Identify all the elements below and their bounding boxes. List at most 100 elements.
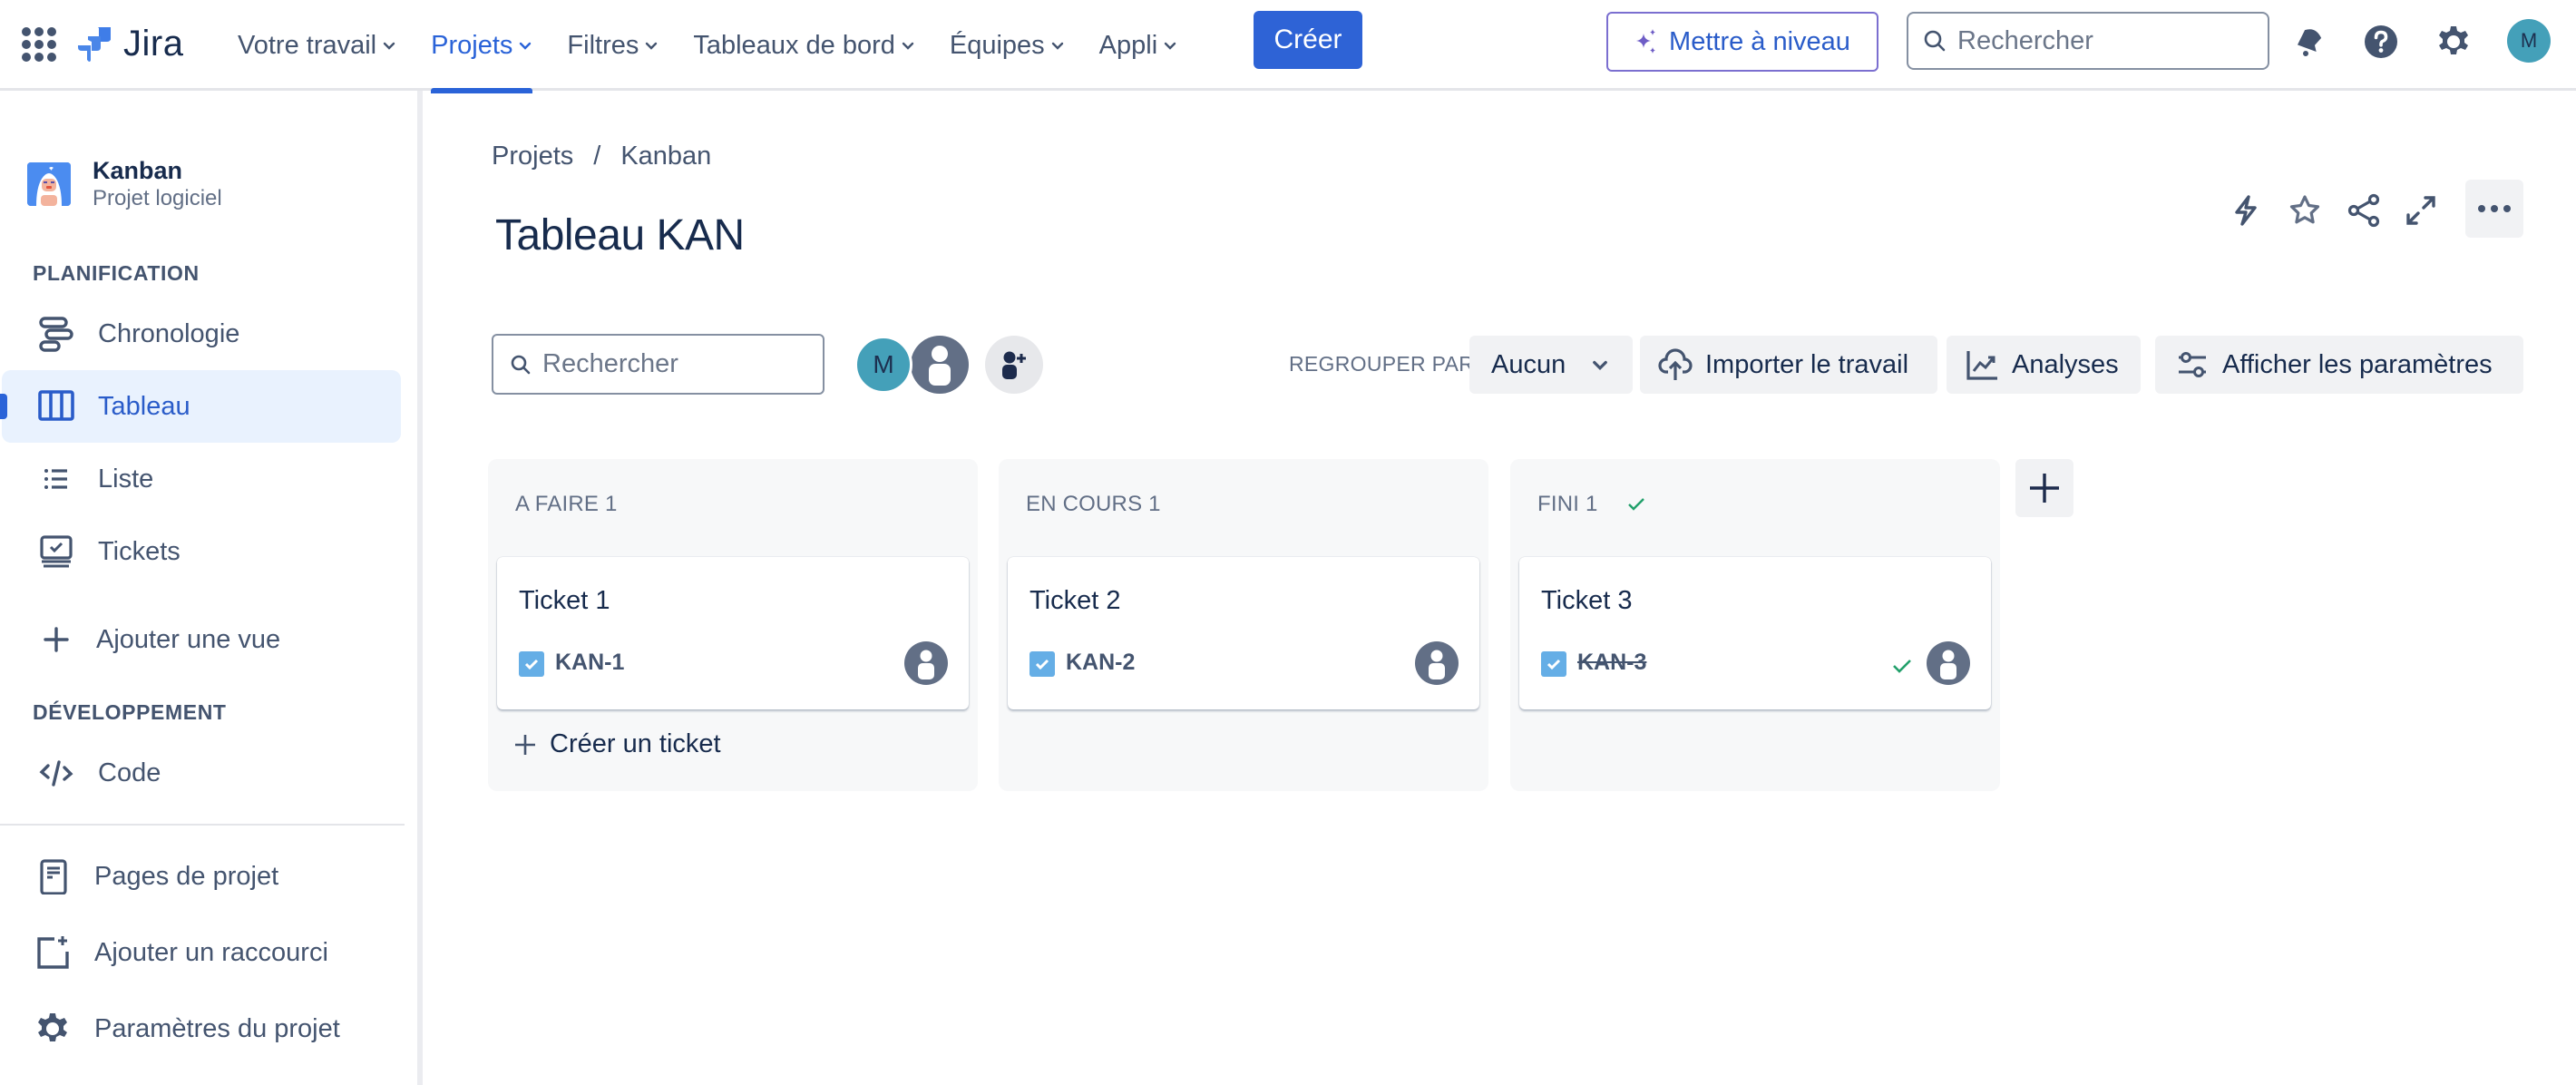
- settings-button[interactable]: [2434, 22, 2474, 62]
- jira-logo[interactable]: Jira: [74, 18, 183, 69]
- resolved-check-icon: [1893, 660, 1911, 673]
- column-header: A FAIRE 1: [515, 492, 618, 517]
- share-button[interactable]: [2342, 189, 2386, 232]
- app-switcher-icon[interactable]: [20, 25, 56, 62]
- breadcrumb: Projets / Kanban: [492, 142, 711, 171]
- plus-icon: [2030, 474, 2059, 503]
- group-by-value: Aucun: [1491, 349, 1566, 379]
- create-button[interactable]: Créer: [1254, 11, 1362, 69]
- nav-label: Projets: [431, 30, 513, 60]
- automation-icon: [2235, 195, 2257, 226]
- issue-card[interactable]: Ticket 3 KAN-3: [1519, 557, 1991, 709]
- group-by-label: REGROUPER PAR: [1289, 352, 1475, 376]
- nav-dashboards[interactable]: Tableaux de bord: [693, 0, 915, 91]
- issue-title: Ticket 2: [1029, 586, 1121, 615]
- board-search[interactable]: [492, 334, 825, 395]
- sidebar-resize-handle[interactable]: [417, 91, 423, 1085]
- unassigned-filter-avatar[interactable]: [909, 334, 971, 396]
- sidebar-item-project-pages[interactable]: Pages de projet: [2, 840, 401, 913]
- create-issue-button[interactable]: Créer un ticket: [512, 729, 721, 759]
- search-icon: [1924, 30, 1946, 52]
- project-type: Projet logiciel: [93, 186, 222, 210]
- issue-card[interactable]: Ticket 2 KAN-2: [1008, 557, 1479, 709]
- sidebar-item-tickets[interactable]: Tickets: [2, 515, 401, 588]
- board-search-input[interactable]: [542, 349, 815, 379]
- sidebar-item-list[interactable]: Liste: [2, 443, 401, 515]
- nav-teams[interactable]: Équipes: [950, 0, 1065, 91]
- assignee-avatar-icon[interactable]: [1926, 640, 1971, 686]
- view-settings-button[interactable]: Afficher les paramètres: [2155, 336, 2523, 394]
- project-header[interactable]: Kanban Projet logiciel: [27, 156, 222, 212]
- automation-button[interactable]: [2224, 189, 2268, 232]
- issue-key[interactable]: KAN-2: [1066, 650, 1135, 676]
- top-navigation-bar: Jira Votre travail Projets Filtres Table…: [0, 0, 2576, 93]
- sidebar-item-project-settings[interactable]: Paramètres du projet: [2, 992, 401, 1065]
- share-icon: [2347, 193, 2380, 228]
- assignee-avatar-icon[interactable]: [903, 640, 949, 686]
- analytics-button[interactable]: Analyses: [1947, 336, 2141, 394]
- settings-icon: [33, 1009, 73, 1049]
- fullscreen-icon: [2406, 196, 2435, 225]
- nav-label: Équipes: [949, 30, 1045, 60]
- board-column-in-progress: EN COURS 1 Ticket 2 KAN-2: [999, 459, 1488, 791]
- timeline-icon: [36, 314, 76, 354]
- board-column-todo: A FAIRE 1 Ticket 1 KAN-1 Créer un ticket: [488, 459, 978, 791]
- star-icon: [2289, 195, 2320, 224]
- done-check-icon: [1627, 498, 1644, 511]
- sidebar-item-label: Chronologie: [98, 318, 240, 348]
- add-people-button[interactable]: [985, 336, 1043, 394]
- issue-card[interactable]: Ticket 1 KAN-1: [497, 557, 969, 709]
- nav-your-work[interactable]: Votre travail: [238, 0, 396, 91]
- column-header: EN COURS 1: [1026, 492, 1161, 517]
- sidebar-item-label: Tickets: [98, 536, 181, 566]
- sidebar-item-label: Code: [98, 758, 161, 787]
- tickets-icon: [36, 532, 76, 572]
- help-button[interactable]: [2361, 22, 2401, 62]
- plus-icon: [36, 620, 76, 660]
- sidebar-item-label: Paramètres du projet: [94, 1013, 340, 1043]
- issue-key[interactable]: KAN-1: [555, 650, 624, 676]
- issue-key[interactable]: KAN-3: [1577, 650, 1646, 676]
- sidebar-item-add-shortcut[interactable]: Ajouter un raccourci: [2, 916, 401, 989]
- add-column-button[interactable]: [2015, 459, 2073, 517]
- column-title: FINI 1: [1537, 492, 1598, 516]
- notifications-button[interactable]: [2290, 22, 2330, 62]
- sidebar-item-board[interactable]: Tableau: [0, 370, 401, 443]
- create-issue-label: Créer un ticket: [550, 729, 721, 758]
- star-button[interactable]: [2283, 189, 2327, 232]
- assignee-avatar-icon[interactable]: [1414, 640, 1459, 686]
- board-column-done: FINI 1 Ticket 3 KAN-3: [1510, 459, 2000, 791]
- more-icon: [2478, 205, 2511, 212]
- task-type-icon: [519, 651, 544, 677]
- chevron-down-icon: [1164, 42, 1176, 50]
- column-title: EN COURS 1: [1026, 492, 1161, 516]
- nav-projects[interactable]: Projets: [431, 0, 533, 93]
- upgrade-button[interactable]: Mettre à niveau: [1606, 12, 1878, 72]
- board-icon: [36, 386, 76, 426]
- breadcrumb-kanban[interactable]: Kanban: [620, 142, 711, 171]
- list-icon: [36, 459, 76, 499]
- nav-filters[interactable]: Filtres: [567, 0, 659, 91]
- sidebar-item-label: Pages de projet: [94, 861, 279, 891]
- breadcrumb-projects[interactable]: Projets: [492, 142, 573, 171]
- nav-label: Appli: [1098, 30, 1158, 60]
- chevron-down-icon: [902, 42, 914, 50]
- chevron-down-icon: [383, 42, 395, 50]
- column-title: A FAIRE 1: [515, 492, 618, 516]
- assignee-filter-avatar[interactable]: M: [854, 336, 912, 394]
- global-search[interactable]: [1907, 12, 2269, 70]
- add-person-icon: [1002, 351, 1026, 379]
- sidebar-item-timeline[interactable]: Chronologie: [2, 298, 401, 370]
- page-icon: [33, 856, 73, 896]
- fullscreen-button[interactable]: [2399, 189, 2443, 232]
- user-avatar[interactable]: M: [2507, 19, 2551, 63]
- global-search-input[interactable]: [1957, 25, 2230, 56]
- sidebar-item-label: Ajouter un raccourci: [94, 937, 328, 967]
- task-type-icon: [1541, 651, 1566, 677]
- group-by-dropdown[interactable]: Aucun: [1469, 336, 1633, 394]
- sidebar-item-add-view[interactable]: Ajouter une vue: [2, 603, 401, 676]
- more-actions-button[interactable]: [2465, 180, 2523, 238]
- nav-apps[interactable]: Appli: [1099, 0, 1178, 91]
- import-work-button[interactable]: Importer le travail: [1640, 336, 1937, 394]
- sidebar-item-code[interactable]: Code: [2, 737, 401, 809]
